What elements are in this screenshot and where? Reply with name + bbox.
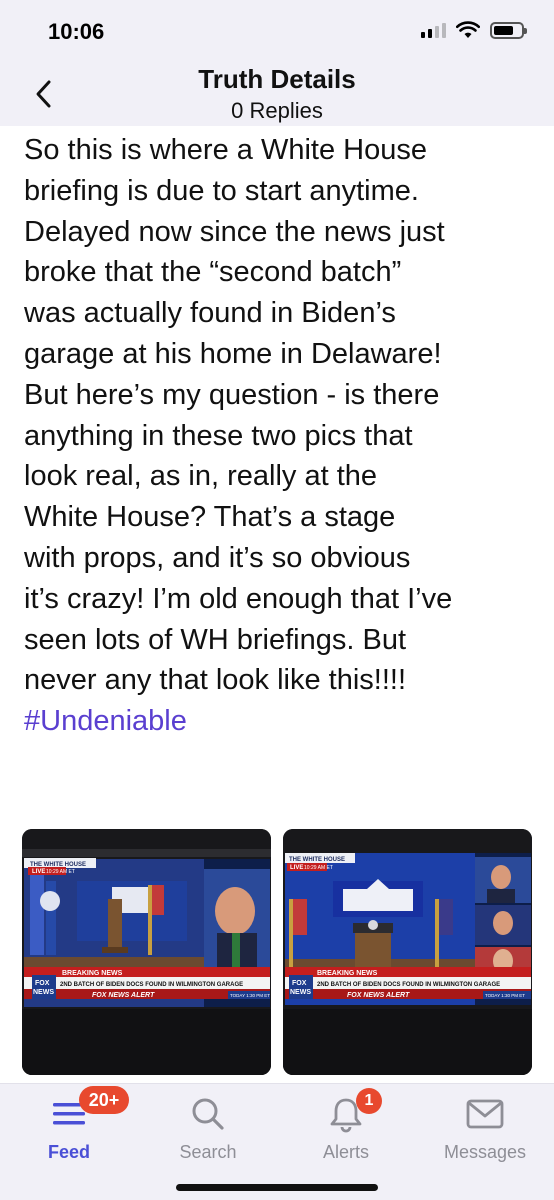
- tab-alerts[interactable]: 1 Alerts: [286, 1088, 406, 1172]
- tab-feed[interactable]: 20+ Feed: [9, 1086, 129, 1172]
- live-label: LIVE: [32, 869, 45, 875]
- channel-bug: THE WHITE HOUSE: [289, 857, 345, 863]
- tv-screen-photo: THE WHITE HOUSE LIVE 10:29 AM ET BREAKIN…: [22, 829, 271, 1075]
- battery-icon: [490, 21, 527, 39]
- headline-ticker: 2ND BATCH OF BIDEN DOCS FOUND IN WILMING…: [60, 982, 243, 988]
- status-icons: [421, 21, 527, 39]
- hashtag-link[interactable]: #Undeniable: [24, 701, 544, 742]
- post-text-line: briefing is due to start anytime.: [24, 174, 419, 207]
- alerts-badge: 1: [356, 1088, 382, 1114]
- live-label: LIVE: [290, 865, 303, 871]
- post-text-line: Delayed now since the news just: [24, 215, 445, 248]
- logo-bottom: NEWS: [290, 989, 311, 996]
- breaking-label: BREAKING NEWS: [62, 970, 123, 977]
- tv-screen-photo: THE WHITE HOUSE LIVE 10:29 AM ET BREAKIN…: [283, 829, 532, 1075]
- post-text-line: broke that the “second batch”: [24, 256, 402, 289]
- media-image-1[interactable]: THE WHITE HOUSE LIVE 10:29 AM ET BREAKIN…: [22, 829, 271, 1075]
- tab-messages[interactable]: Messages: [425, 1092, 545, 1172]
- post-text-line: was actually found in Biden’s: [24, 297, 396, 330]
- cellular-signal-icon: [421, 22, 446, 38]
- home-indicator: [176, 1184, 378, 1191]
- tab-search-label: Search: [179, 1142, 237, 1162]
- post-text-line: look real, as in, really at the: [24, 460, 378, 493]
- post-text-line: never any that look like this!!!!: [24, 664, 407, 697]
- nav-header: Truth Details 0 Replies: [0, 60, 554, 126]
- channel-bug: THE WHITE HOUSE: [30, 862, 86, 868]
- media-gallery: THE WHITE HOUSE LIVE 10:29 AM ET BREAKIN…: [22, 829, 532, 1077]
- bell-icon: 1: [286, 1088, 406, 1136]
- post-text-line: But here’s my question - is there: [24, 378, 440, 411]
- page-title: Truth Details: [198, 64, 356, 94]
- post-text-line: So this is where a White House: [24, 134, 427, 166]
- headline-ticker: 2ND BATCH OF BIDEN DOCS FOUND IN WILMING…: [317, 982, 500, 988]
- live-time: 10:29 AM ET: [304, 865, 333, 871]
- tab-alerts-label: Alerts: [322, 1142, 369, 1162]
- post-text-line: seen lots of WH briefings. But: [24, 623, 406, 656]
- alert-label: FOX NEWS ALERT: [92, 992, 155, 999]
- status-time: 10:06: [48, 19, 105, 44]
- post-text-line: garage at his home in Delaware!: [24, 337, 442, 370]
- tab-search[interactable]: Search: [148, 1092, 268, 1172]
- media-image-2[interactable]: THE WHITE HOUSE LIVE 10:29 AM ET BREAKIN…: [283, 829, 532, 1075]
- ticker-time: TODAY 1:30 PM ET: [230, 993, 270, 998]
- tab-messages-label: Messages: [443, 1142, 527, 1162]
- alert-label: FOX NEWS ALERT: [347, 992, 410, 999]
- post-text-line: it’s crazy! I’m old enough that I’ve: [24, 582, 453, 615]
- live-time: 10:29 AM ET: [46, 869, 75, 875]
- wifi-icon: [456, 21, 480, 38]
- search-icon: [148, 1092, 268, 1136]
- post-text-line: anything in these two pics that: [24, 419, 413, 452]
- envelope-icon: [425, 1092, 545, 1136]
- replies-count: 0 Replies: [231, 98, 323, 123]
- post-text-line: White House? That’s a stage: [24, 501, 396, 534]
- logo-top: FOX: [292, 980, 307, 987]
- breaking-label: BREAKING NEWS: [317, 970, 378, 977]
- post-text-line: with props, and it’s so obvious: [24, 541, 411, 574]
- feed-badge: 20+: [79, 1086, 129, 1114]
- logo-top: FOX: [35, 980, 50, 987]
- tab-bar: 20+ Feed Search 1 Alerts Messages: [0, 1083, 554, 1200]
- feed-icon: 20+: [9, 1086, 129, 1136]
- post-body: So this is where a White House briefing …: [24, 130, 544, 742]
- ticker-time: TODAY 1:30 PM ET: [485, 993, 525, 998]
- tab-feed-label: Feed: [47, 1142, 90, 1162]
- logo-bottom: NEWS: [33, 989, 54, 996]
- status-bar: 10:06: [0, 0, 554, 60]
